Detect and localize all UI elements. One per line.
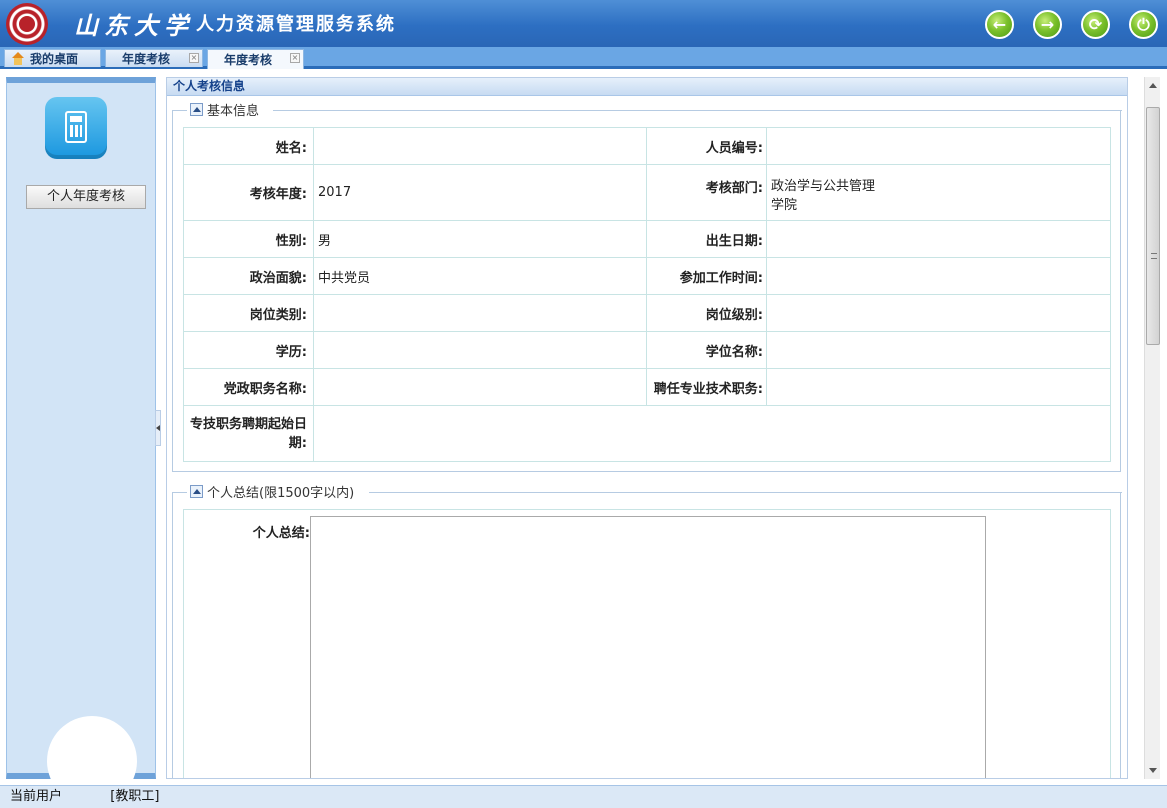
- vertical-scrollbar[interactable]: [1144, 77, 1160, 779]
- app-header: 山东大学 人力资源管理服务系统 ← → ⟳ ⏻: [0, 0, 1167, 47]
- tab-label: 我的桌面: [30, 52, 79, 66]
- table-row: 姓名: 人员编号:: [183, 127, 1111, 165]
- basic-info-table: 姓名: 人员编号: 考核年度: 2017 考核部门: 政治学与公共管理 学院 性…: [183, 127, 1111, 462]
- system-title: 人力资源管理服务系统: [196, 14, 396, 35]
- table-row: 岗位类别: 岗位级别:: [183, 294, 1111, 332]
- forward-arrow-icon[interactable]: →: [1033, 10, 1062, 39]
- summary-legend[interactable]: 个人总结(限1500字以内): [187, 484, 358, 501]
- tab-annual-review-1[interactable]: 年度考核 ×: [105, 49, 203, 67]
- tab-my-desktop[interactable]: 我的桌面: [4, 49, 101, 67]
- tab-label: 年度考核: [122, 52, 171, 66]
- university-logo-icon: [6, 3, 48, 45]
- power-icon[interactable]: ⏻: [1129, 10, 1158, 39]
- summary-container: 个人总结:: [183, 509, 1111, 778]
- table-row: 学历: 学位名称:: [183, 331, 1111, 369]
- tab-bar: 我的桌面 年度考核 × 年度考核 ×: [0, 47, 1167, 69]
- table-row: 专技职务聘期起始日期:: [183, 405, 1111, 462]
- tab-annual-review-2[interactable]: 年度考核 ×: [207, 49, 304, 69]
- scroll-up-icon[interactable]: [1149, 83, 1157, 88]
- main-panel: 个人考核信息 基本信息 姓名: 人员编号: 考核年度: 2017 考核部门: 政…: [166, 77, 1128, 779]
- refresh-icon[interactable]: ⟳: [1081, 10, 1110, 39]
- basic-info-fieldset: 基本信息 姓名: 人员编号: 考核年度: 2017 考核部门: 政治学与公共管理…: [172, 102, 1122, 472]
- table-row: 考核年度: 2017 考核部门: 政治学与公共管理 学院: [183, 164, 1111, 221]
- summary-fieldset: 个人总结(限1500字以内) 个人总结:: [172, 484, 1122, 778]
- personal-annual-review-button[interactable]: 个人年度考核: [26, 185, 146, 209]
- scroll-down-icon[interactable]: [1149, 768, 1157, 773]
- back-arrow-icon[interactable]: ←: [985, 10, 1014, 39]
- table-row: 党政职务名称: 聘任专业技术职务:: [183, 368, 1111, 406]
- basic-info-legend[interactable]: 基本信息: [187, 102, 263, 119]
- table-row: 性别: 男 出生日期:: [183, 220, 1111, 258]
- brand-calligraphy: 山东大学: [74, 10, 194, 40]
- calculator-app-icon[interactable]: [45, 97, 107, 159]
- sidebar: 个人年度考核: [6, 77, 156, 779]
- current-user-label: 当前用户: [10, 789, 63, 804]
- summary-label: 个人总结:: [252, 526, 310, 541]
- close-icon[interactable]: ×: [189, 53, 199, 63]
- home-icon: [11, 51, 25, 66]
- user-role: [教职工]: [110, 789, 160, 804]
- collapse-toggle-icon[interactable]: [190, 103, 203, 116]
- status-bar: 当前用户 [教职工]: [0, 785, 1167, 808]
- table-row: 政治面貌: 中共党员 参加工作时间:: [183, 257, 1111, 295]
- close-icon[interactable]: ×: [290, 53, 300, 63]
- panel-title: 个人考核信息: [167, 78, 1127, 96]
- tab-label: 年度考核: [224, 53, 273, 67]
- summary-textarea[interactable]: [310, 516, 986, 778]
- brand-title: 山东大学 人力资源管理服务系统: [74, 8, 396, 40]
- sidebar-collapse-handle[interactable]: [155, 410, 161, 446]
- scroll-thumb[interactable]: [1146, 107, 1160, 345]
- collapse-toggle-icon[interactable]: [190, 485, 203, 498]
